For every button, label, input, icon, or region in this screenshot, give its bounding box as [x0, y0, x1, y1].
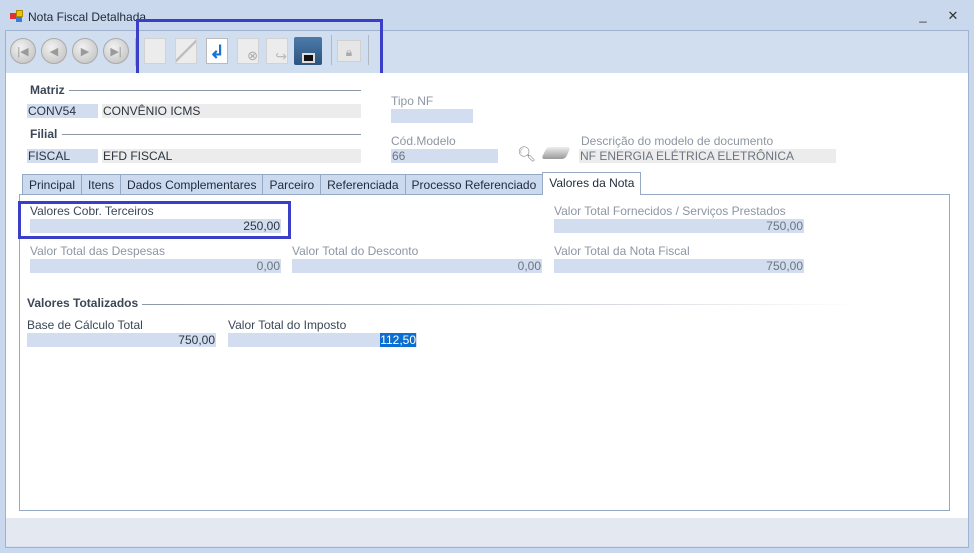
tab-processo-referenciado[interactable]: Processo Referenciado: [404, 174, 543, 195]
window-title: Nota Fiscal Detalhada: [28, 10, 147, 24]
total-nota-label: Valor Total da Nota Fiscal: [554, 244, 690, 258]
total-imposto-field[interactable]: 112,50: [228, 333, 417, 347]
close-button[interactable]: ✕: [944, 8, 962, 24]
total-desconto-label: Valor Total do Desconto: [292, 244, 419, 258]
last-record-icon[interactable]: ▶|: [103, 38, 129, 64]
total-nota-field[interactable]: 750,00: [554, 259, 804, 273]
tab-dados-complementares[interactable]: Dados Complementares: [120, 174, 263, 195]
search-icon[interactable]: 🔍︎: [517, 145, 536, 163]
filial-group-label: Filial: [30, 127, 58, 141]
matriz-name-field[interactable]: CONVÊNIO ICMS: [102, 104, 361, 118]
tipo-nf-label: Tipo NF: [391, 94, 434, 108]
first-record-icon[interactable]: |◀: [10, 38, 36, 64]
total-imposto-value: 112,50: [380, 333, 416, 347]
tab-parceiro[interactable]: Parceiro: [262, 174, 321, 195]
tab-panel: [19, 194, 950, 511]
tab-bar: Principal Itens Dados Complementares Par…: [22, 172, 642, 195]
minimize-button[interactable]: _: [914, 8, 932, 24]
desc-modelo-field[interactable]: NF ENERGIA ELÉTRICA ELETRÔNICA: [579, 149, 836, 163]
total-fornecidos-label: Valor Total Fornecidos / Serviços Presta…: [554, 204, 786, 218]
filial-name-field[interactable]: EFD FISCAL: [102, 149, 361, 163]
desc-modelo-label: Descrição do modelo de documento: [581, 134, 774, 148]
app-icon: [10, 10, 24, 22]
cod-modelo-field[interactable]: 66: [391, 149, 498, 163]
totalizados-group-label: Valores Totalizados: [27, 296, 139, 310]
total-fornecidos-field[interactable]: 750,00: [554, 219, 804, 233]
tab-itens[interactable]: Itens: [81, 174, 121, 195]
tab-principal[interactable]: Principal: [22, 174, 82, 195]
total-desconto-field[interactable]: 0,00: [292, 259, 542, 273]
cobr-terceiros-highlight: [18, 201, 291, 239]
matriz-group-label: Matriz: [30, 83, 65, 97]
toolbar-highlight: [136, 19, 383, 78]
tab-referenciada[interactable]: Referenciada: [320, 174, 405, 195]
status-strip: [6, 518, 968, 546]
total-imposto-label: Valor Total do Imposto: [228, 318, 347, 332]
filial-code-field[interactable]: FISCAL: [27, 149, 98, 163]
tab-valores-da-nota[interactable]: Valores da Nota: [542, 172, 642, 195]
tipo-nf-field[interactable]: [391, 109, 473, 123]
previous-record-icon[interactable]: ◀: [41, 38, 67, 64]
base-calculo-field[interactable]: 750,00: [27, 333, 216, 347]
cod-modelo-label: Cód.Modelo: [391, 134, 456, 148]
next-record-icon[interactable]: ▶: [72, 38, 98, 64]
total-despesas-label: Valor Total das Despesas: [30, 244, 165, 258]
base-calculo-label: Base de Cálculo Total: [27, 318, 143, 332]
matriz-code-field[interactable]: CONV54: [27, 104, 98, 118]
total-despesas-field[interactable]: 0,00: [30, 259, 281, 273]
